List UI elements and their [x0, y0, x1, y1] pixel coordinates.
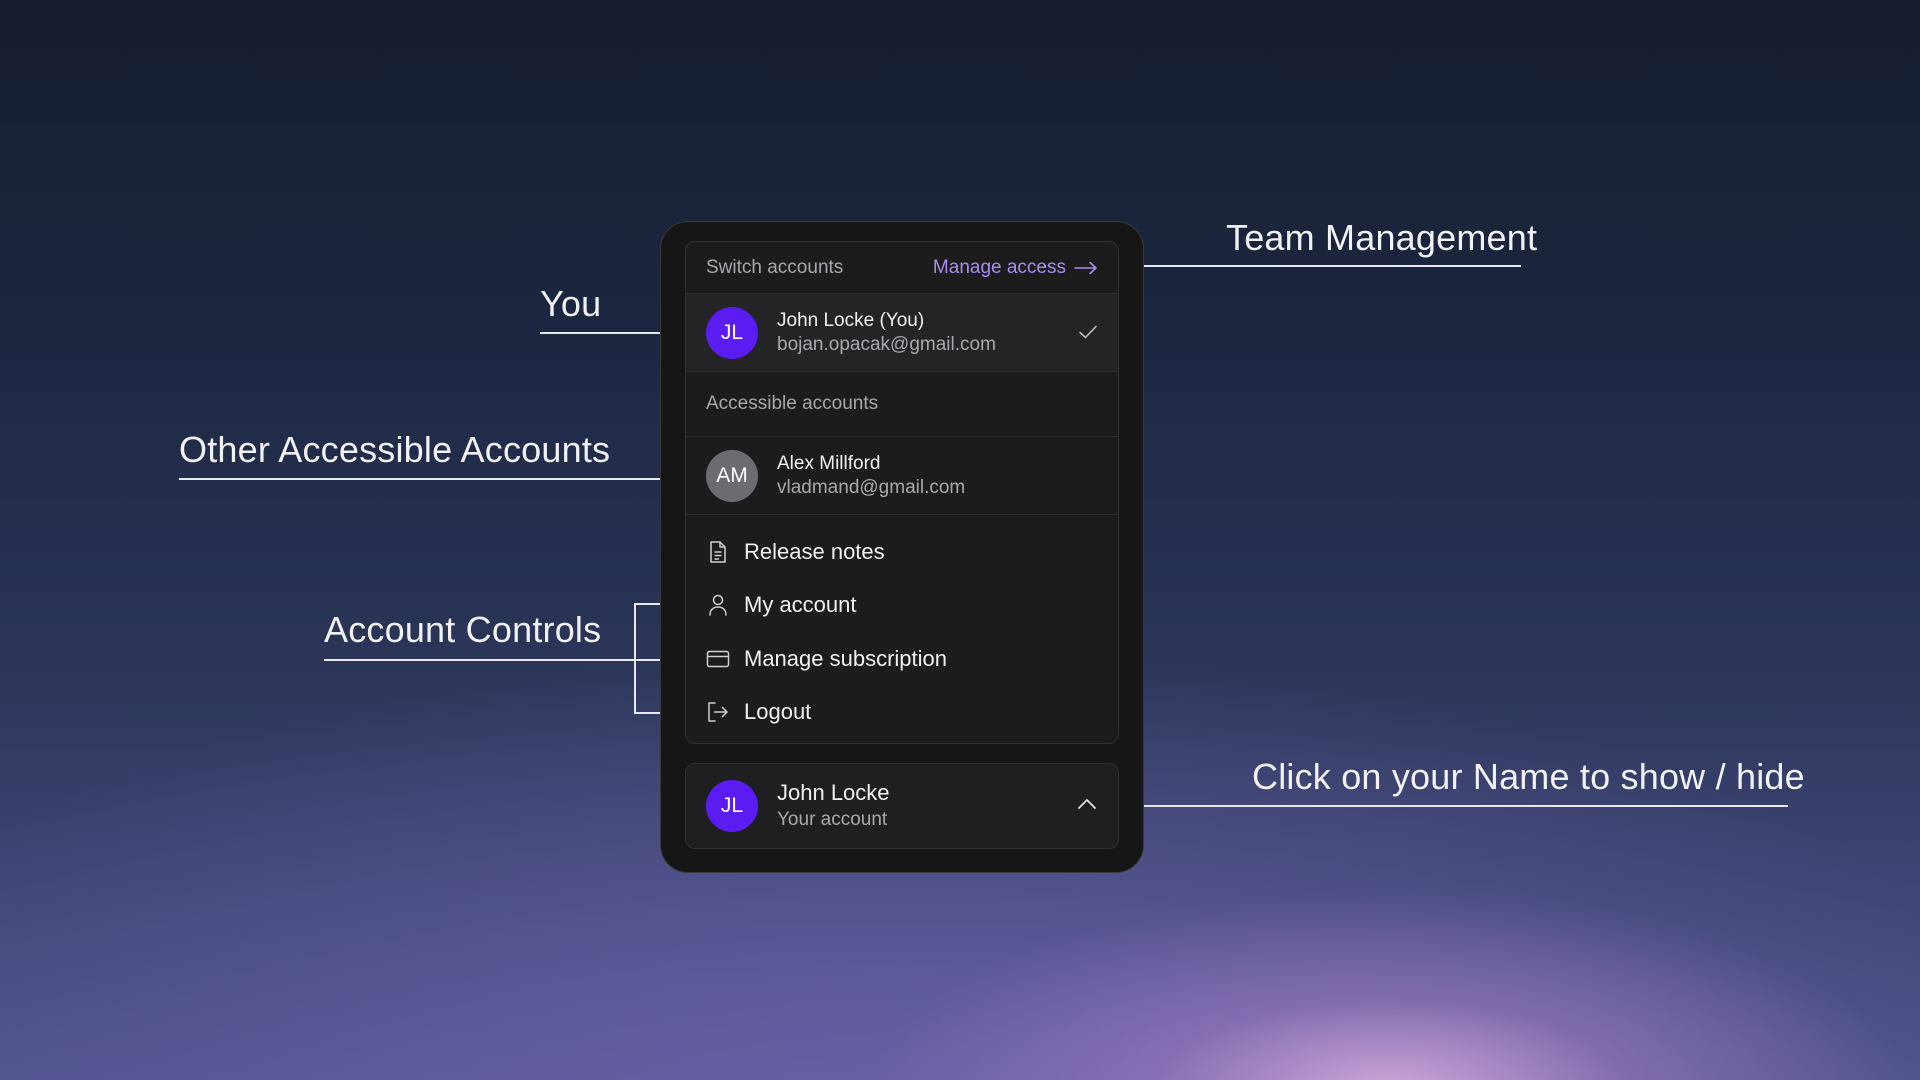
annotation-team-management: Team Management: [1226, 217, 1538, 258]
checkmark-icon: [1078, 320, 1098, 346]
account-menu: Switch accounts Manage access JL John Lo…: [685, 241, 1119, 744]
user-icon: [706, 593, 730, 617]
account-name: John Locke (You): [777, 309, 925, 331]
menu-item-my-account[interactable]: My account: [686, 579, 1118, 633]
account-email: bojan.opacak@gmail.com: [777, 333, 996, 355]
account-info: John Locke Your account: [777, 779, 1076, 833]
annotation-other-accounts-line: [179, 478, 704, 480]
footer-account-name: John Locke: [777, 780, 890, 805]
manage-access-link[interactable]: Manage access: [933, 257, 1098, 279]
avatar: AM: [706, 449, 758, 502]
annotation-team-management-line: [1117, 265, 1521, 267]
annotation-click-name-line: [1117, 805, 1788, 807]
avatar: JL: [706, 306, 758, 359]
menu-header: Switch accounts Manage access: [686, 242, 1118, 294]
account-controls: Release notes My account Manage subscrip…: [686, 515, 1118, 739]
menu-item-release-notes[interactable]: Release notes: [686, 525, 1118, 579]
footer-account-subtitle: Your account: [777, 809, 888, 830]
account-email: vladmand@gmail.com: [777, 476, 966, 498]
account-info: John Locke (You) bojan.opacak@gmail.com: [777, 309, 1078, 357]
logout-icon: [706, 700, 730, 724]
manage-access-label: Manage access: [932, 256, 1066, 278]
document-icon: [706, 540, 730, 564]
menu-item-label: Manage subscription: [744, 645, 948, 671]
menu-item-logout[interactable]: Logout: [686, 686, 1118, 740]
accessible-account-row[interactable]: AM Alex Millford vladmand@gmail.com: [686, 437, 1118, 515]
annotation-other-accounts: Other Accessible Accounts: [179, 429, 611, 470]
annotation-you: You: [540, 283, 602, 324]
account-toggle-button[interactable]: JL John Locke Your account: [685, 763, 1119, 849]
chevron-up-icon: [1076, 797, 1098, 816]
account-switcher-panel: Switch accounts Manage access JL John Lo…: [660, 221, 1144, 873]
accessible-accounts-label: Accessible accounts: [686, 372, 1118, 437]
annotation-click-name: Click on your Name to show / hide: [1252, 756, 1805, 797]
avatar: JL: [706, 780, 758, 832]
menu-item-label: My account: [744, 592, 857, 618]
annotation-account-controls-bracket: [634, 603, 636, 714]
credit-card-icon: [706, 647, 730, 671]
menu-item-manage-subscription[interactable]: Manage subscription: [686, 632, 1118, 686]
annotation-account-controls-line: [324, 659, 686, 661]
annotation-account-controls: Account Controls: [324, 609, 602, 650]
account-info: Alex Millford vladmand@gmail.com: [777, 452, 1098, 500]
arrow-right-icon: [1074, 261, 1098, 275]
switch-accounts-title: Switch accounts: [706, 256, 844, 278]
menu-item-label: Release notes: [744, 538, 885, 564]
menu-item-label: Logout: [744, 699, 812, 725]
account-name: Alex Millford: [777, 452, 881, 474]
current-account-row[interactable]: JL John Locke (You) bojan.opacak@gmail.c…: [686, 294, 1118, 372]
